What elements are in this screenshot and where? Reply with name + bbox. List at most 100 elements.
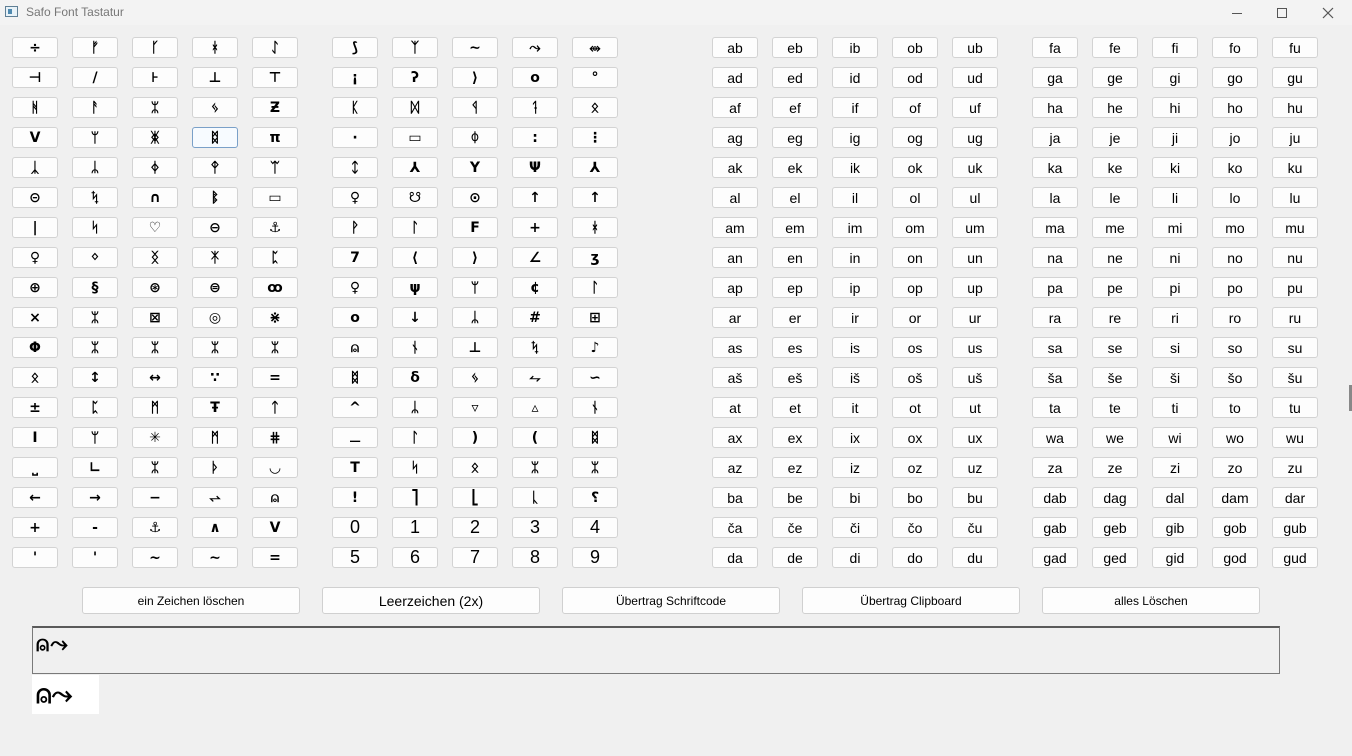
symbol-key[interactable]: ∩: [132, 187, 178, 208]
symbol-key[interactable]: ∟: [72, 457, 118, 478]
symbol-key[interactable]: ∵: [192, 367, 238, 388]
space-button[interactable]: Leerzeichen (2x): [322, 587, 540, 614]
syllable-key[interactable]: ix: [832, 427, 878, 448]
symbol-key[interactable]: ⋇: [252, 307, 298, 328]
symbol-key[interactable]: ⋮: [572, 127, 618, 148]
symbol-key[interactable]: ᛄ: [132, 157, 178, 178]
syllable-key[interactable]: ur: [952, 307, 998, 328]
syllable-key[interactable]: ta: [1032, 397, 1078, 418]
syllable-key[interactable]: ji: [1152, 127, 1198, 148]
symbol-key[interactable]: ♀: [332, 187, 378, 208]
symbol-key[interactable]: V: [12, 127, 58, 148]
syllable-key[interactable]: na: [1032, 247, 1078, 268]
symbol-key[interactable]: =: [252, 367, 298, 388]
symbol-key[interactable]: ᛯ: [72, 337, 118, 358]
symbol-key[interactable]: 7: [452, 547, 498, 568]
symbol-key[interactable]: ꝏ: [252, 277, 298, 298]
syllable-key[interactable]: uš: [952, 367, 998, 388]
syllable-key[interactable]: ge: [1092, 67, 1138, 88]
syllable-key[interactable]: ja: [1032, 127, 1078, 148]
symbol-key[interactable]: ⥈: [572, 37, 618, 58]
syllable-key[interactable]: če: [772, 517, 818, 538]
symbol-key[interactable]: ▿: [452, 397, 498, 418]
syllable-key[interactable]: ga: [1032, 67, 1078, 88]
symbol-key[interactable]: ↑: [572, 187, 618, 208]
syllable-key[interactable]: se: [1092, 337, 1138, 358]
syllable-key[interactable]: ši: [1152, 367, 1198, 388]
syllable-key[interactable]: em: [772, 217, 818, 238]
syllable-key[interactable]: er: [772, 307, 818, 328]
close-button[interactable]: [1305, 0, 1351, 25]
symbol-key[interactable]: ♡: [132, 217, 178, 238]
symbol-key[interactable]: 5: [332, 547, 378, 568]
symbol-key[interactable]: ↑: [512, 187, 558, 208]
syllable-key[interactable]: on: [892, 247, 938, 268]
syllable-key[interactable]: ha: [1032, 97, 1078, 118]
symbol-key[interactable]: ᚼ: [192, 37, 238, 58]
symbol-key[interactable]: o: [512, 67, 558, 88]
symbol-key[interactable]: ☋: [392, 187, 438, 208]
syllable-key[interactable]: po: [1212, 277, 1258, 298]
symbol-key[interactable]: ⊥: [452, 337, 498, 358]
syllable-key[interactable]: ra: [1032, 307, 1078, 328]
symbol-key[interactable]: ⥊: [512, 367, 558, 388]
syllable-key[interactable]: im: [832, 217, 878, 238]
delete-one-char-button[interactable]: ein Zeichen löschen: [82, 587, 300, 614]
syllable-key[interactable]: wu: [1272, 427, 1318, 448]
symbol-key[interactable]: ᛑ: [512, 97, 558, 118]
symbol-key[interactable]: ⤳: [512, 37, 558, 58]
symbol-key[interactable]: ᛰ: [452, 127, 498, 148]
syllable-key[interactable]: un: [952, 247, 998, 268]
syllable-key[interactable]: geb: [1092, 517, 1138, 538]
delete-all-button[interactable]: alles Löschen: [1042, 587, 1260, 614]
syllable-key[interactable]: wi: [1152, 427, 1198, 448]
syllable-key[interactable]: tu: [1272, 397, 1318, 418]
symbol-key[interactable]: ÷: [12, 37, 58, 58]
syllable-key[interactable]: es: [772, 337, 818, 358]
symbol-key[interactable]: ᛈ: [72, 397, 118, 418]
syllable-key[interactable]: ri: [1152, 307, 1198, 328]
syllable-key[interactable]: ut: [952, 397, 998, 418]
symbol-key[interactable]: ⚓: [132, 517, 178, 538]
symbol-key[interactable]: ↔: [132, 367, 178, 388]
syllable-key[interactable]: do: [892, 547, 938, 568]
syllable-key[interactable]: ef: [772, 97, 818, 118]
syllable-key[interactable]: ged: [1092, 547, 1138, 568]
symbol-key[interactable]: ¢: [512, 277, 558, 298]
syllable-key[interactable]: et: [772, 397, 818, 418]
syllable-key[interactable]: dal: [1152, 487, 1198, 508]
symbol-key[interactable]: ♀: [12, 247, 58, 268]
symbol-key[interactable]: ⊜: [192, 277, 238, 298]
syllable-key[interactable]: ke: [1092, 157, 1138, 178]
symbol-key[interactable]: ᛨ: [332, 157, 378, 178]
syllable-key[interactable]: eš: [772, 367, 818, 388]
symbol-key[interactable]: ⊥: [192, 67, 238, 88]
symbol-key[interactable]: ': [12, 547, 58, 568]
syllable-key[interactable]: oš: [892, 367, 938, 388]
symbol-key[interactable]: ⎵: [12, 457, 58, 478]
symbol-key[interactable]: ʔ: [392, 67, 438, 88]
symbol-key[interactable]: ᛃ: [452, 367, 498, 388]
symbol-key[interactable]: Ŧ: [192, 397, 238, 418]
symbol-key[interactable]: ᛉ: [392, 37, 438, 58]
syllable-key[interactable]: de: [772, 547, 818, 568]
syllable-key[interactable]: fa: [1032, 37, 1078, 58]
symbol-key[interactable]: ᛚ: [392, 217, 438, 238]
symbol-key[interactable]: ᛟ: [12, 367, 58, 388]
syllable-key[interactable]: gi: [1152, 67, 1198, 88]
syllable-key[interactable]: šu: [1272, 367, 1318, 388]
syllable-key[interactable]: si: [1152, 337, 1198, 358]
syllable-key[interactable]: pe: [1092, 277, 1138, 298]
syllable-key[interactable]: gab: [1032, 517, 1078, 538]
symbol-key[interactable]: ⋕: [252, 427, 298, 448]
symbol-key[interactable]: 4: [572, 517, 618, 538]
syllable-key[interactable]: if: [832, 97, 878, 118]
syllable-key[interactable]: az: [712, 457, 758, 478]
syllable-key[interactable]: šo: [1212, 367, 1258, 388]
symbol-key[interactable]: (: [512, 427, 558, 448]
syllable-key[interactable]: pa: [1032, 277, 1078, 298]
symbol-key[interactable]: ⊣: [12, 67, 58, 88]
symbol-key[interactable]: ∧: [192, 517, 238, 538]
syllable-key[interactable]: ak: [712, 157, 758, 178]
syllable-key[interactable]: oz: [892, 457, 938, 478]
